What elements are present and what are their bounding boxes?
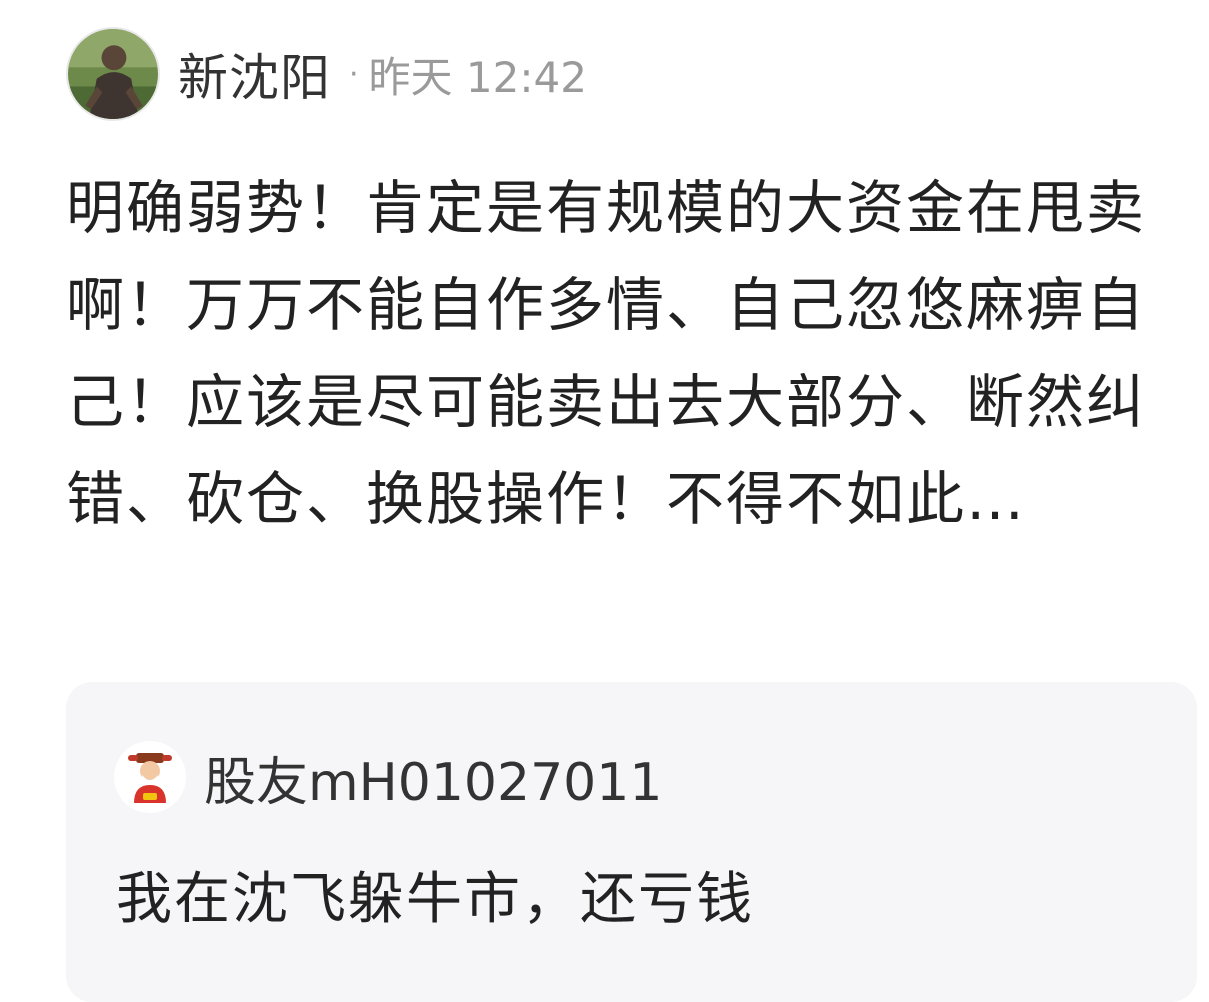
quoted-comment-card[interactable]: 股友mH01027011 我在沈飞躲牛市，还亏钱 — [66, 682, 1197, 1002]
quoted-author-avatar[interactable] — [114, 741, 186, 813]
meta-separator: · — [349, 56, 359, 92]
user-avatar-photo-icon — [68, 29, 158, 119]
author-avatar[interactable] — [66, 27, 160, 121]
quoted-comment-header: 股友mH01027011 — [114, 740, 662, 814]
post-time: 昨天 12:42 — [368, 52, 587, 102]
quoted-author-name[interactable]: 股友mH01027011 — [204, 740, 662, 815]
post-header: 新沈阳 · 昨天 12:42 — [66, 26, 587, 122]
post-content[interactable]: 明确弱势！肯定是有规模的大资金在甩卖啊！万万不能自作多情、自己忽悠麻痹自己！应该… — [66, 160, 1176, 548]
fortune-god-avatar-icon — [114, 741, 186, 813]
author-name[interactable]: 新沈阳 — [178, 38, 331, 110]
quoted-comment-text: 我在沈飞躲牛市，还亏钱 — [116, 867, 754, 932]
